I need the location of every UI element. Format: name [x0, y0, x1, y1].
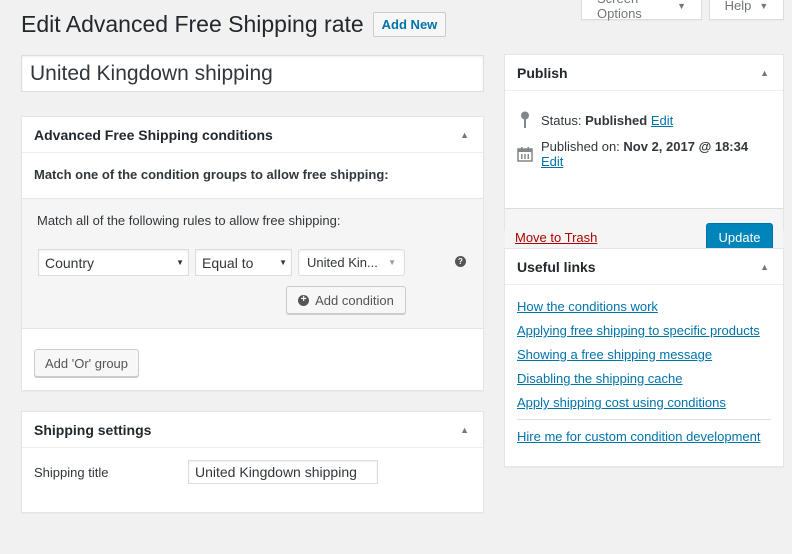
status-edit-link[interactable]: Edit [651, 113, 673, 128]
condition-select-value: Country [45, 254, 95, 271]
useful-link[interactable]: How the conditions work [517, 295, 771, 319]
screen-meta: Screen Options ▼ Help ▼ [581, 0, 784, 21]
plus-circle-icon: + [298, 294, 310, 306]
conditions-metabox-header[interactable]: Advanced Free Shipping conditions ▲ [22, 117, 483, 153]
post-title-input[interactable]: United Kingdown shipping [21, 55, 484, 92]
page-title: Edit Advanced Free Shipping rate [21, 11, 364, 37]
publish-header[interactable]: Publish ▲ [505, 55, 783, 91]
useful-link[interactable]: Disabling the shipping cache [517, 367, 771, 391]
useful-link[interactable]: Showing a free shipping message [517, 343, 771, 367]
useful-link[interactable]: Apply shipping cost using conditions [517, 391, 771, 415]
condition-group: Match all of the following rules to allo… [22, 199, 483, 329]
publish-metabox: Publish ▲ Status: Published Edit Publish… [504, 54, 784, 266]
shipping-settings-metabox: Shipping settings ▲ Shipping title Unite… [21, 411, 484, 513]
useful-links-list: How the conditions work Applying free sh… [505, 285, 783, 459]
condition-select[interactable]: Country ▼ [38, 249, 189, 276]
status-label: Status: [541, 112, 582, 128]
match-all-text: Match all of the following rules to allo… [37, 213, 341, 228]
status-value: Published [585, 112, 648, 128]
add-condition-label: Add condition [315, 292, 394, 308]
divider [517, 419, 771, 420]
published-on-row: Published on: Nov 2, 2017 @ 18:34 Edit [517, 137, 771, 171]
publish-misc: Status: Published Edit Published on: Nov… [505, 91, 783, 209]
condition-rule-row: Country ▼ Equal to ▼ United Kin... ▼ [38, 249, 405, 276]
useful-links-title: Useful links [517, 258, 596, 275]
hire-me-link[interactable]: Hire me for custom condition development [517, 425, 771, 449]
published-on-label: Published on: [541, 139, 620, 154]
page-heading: Edit Advanced Free Shipping rate Add New [21, 11, 447, 38]
caret-down-icon: ▼ [759, 0, 769, 11]
collapse-toggle-icon[interactable]: ▲ [760, 68, 771, 78]
dropdown-caret-icon: ▼ [388, 258, 396, 267]
status-row: Status: Published Edit [517, 103, 771, 137]
shipping-settings-header[interactable]: Shipping settings ▲ [22, 412, 483, 448]
operator-select-value: Equal to [202, 254, 254, 271]
screen-options-label: Screen Options [597, 0, 642, 21]
shipping-title-row: Shipping title United Kingdown shipping [22, 448, 483, 496]
useful-links-header[interactable]: Useful links ▲ [505, 249, 783, 285]
useful-link[interactable]: Applying free shipping to specific produ… [517, 319, 771, 343]
move-to-trash-link[interactable]: Move to Trash [515, 230, 597, 245]
add-new-button[interactable]: Add New [372, 12, 447, 37]
or-group-area: Add 'Or' group [22, 329, 483, 397]
publish-title: Publish [517, 64, 568, 81]
help-label: Help [724, 0, 752, 13]
shipping-title-label: Shipping title [34, 464, 109, 480]
dropdown-caret-icon: ▼ [176, 258, 184, 267]
calendar-icon [517, 146, 533, 162]
help-button[interactable]: Help ▼ [709, 0, 784, 20]
add-condition-button[interactable]: + Add condition [286, 286, 406, 314]
useful-links-metabox: Useful links ▲ How the conditions work A… [504, 248, 784, 467]
add-or-group-button[interactable]: Add 'Or' group [34, 349, 140, 377]
value-select[interactable]: United Kin... ▼ [298, 249, 405, 276]
collapse-toggle-icon[interactable]: ▲ [460, 425, 471, 435]
shipping-settings-title: Shipping settings [34, 421, 152, 438]
screen-options-button[interactable]: Screen Options ▼ [581, 0, 702, 21]
published-on-value: Nov 2, 2017 @ 18:34 [623, 139, 749, 154]
conditions-metabox-title: Advanced Free Shipping conditions [34, 126, 273, 143]
caret-down-icon: ▼ [677, 0, 686, 11]
shipping-title-input[interactable]: United Kingdown shipping [188, 460, 378, 484]
value-select-value: United Kin... [307, 255, 378, 270]
pin-icon [517, 111, 533, 129]
match-one-text: Match one of the condition groups to all… [22, 153, 483, 199]
conditions-metabox: Advanced Free Shipping conditions ▲ Matc… [21, 116, 484, 391]
collapse-toggle-icon[interactable]: ▲ [460, 130, 471, 140]
operator-select[interactable]: Equal to ▼ [195, 249, 292, 276]
collapse-toggle-icon[interactable]: ▲ [760, 262, 771, 272]
dropdown-caret-icon: ▼ [279, 258, 287, 267]
question-circle-icon[interactable]: ? [455, 256, 466, 267]
published-on-edit-link[interactable]: Edit [541, 154, 563, 169]
